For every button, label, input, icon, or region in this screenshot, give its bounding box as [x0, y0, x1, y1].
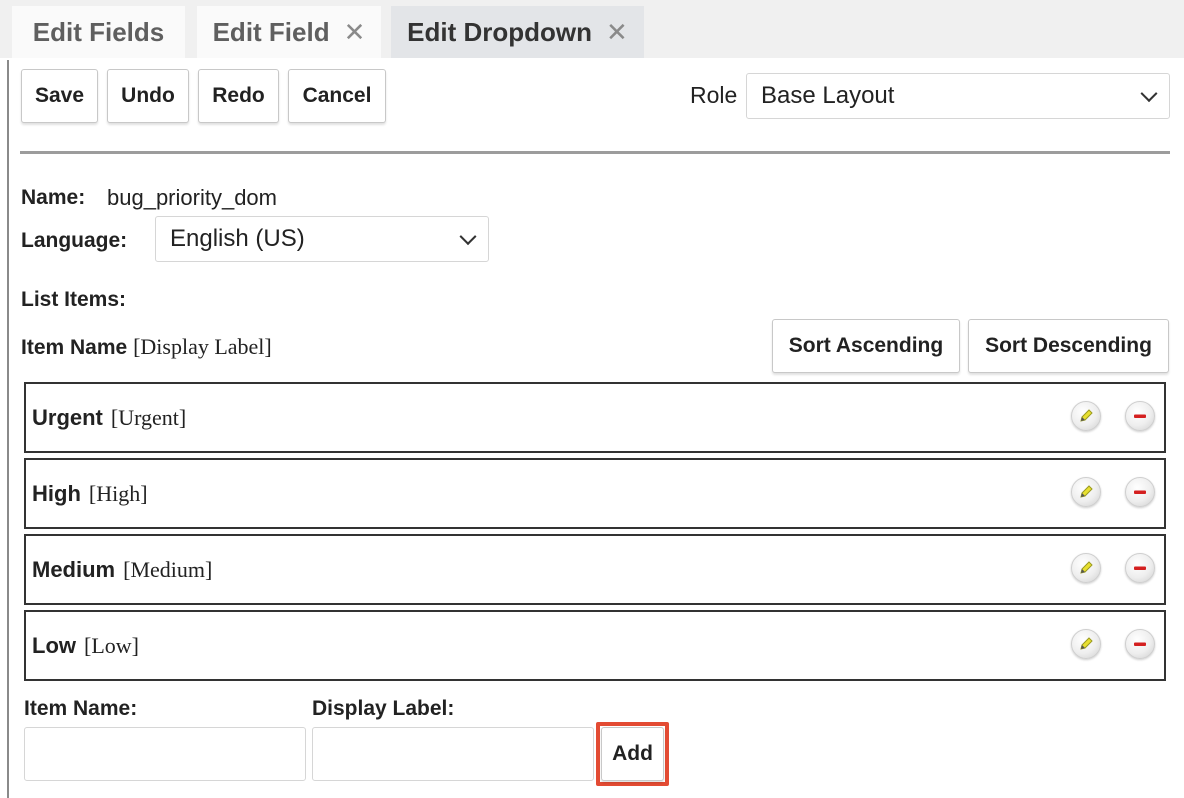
tab-bar: Edit Fields Edit Field ✕ Edit Dropdown ✕	[0, 0, 1184, 58]
chevron-down-icon	[459, 228, 477, 246]
pencil-icon[interactable]	[1071, 553, 1101, 583]
display-label-header-text: [Display Label]	[133, 334, 272, 359]
chevron-down-icon	[1140, 85, 1158, 103]
name-value: bug_priority_dom	[107, 185, 277, 210]
role-select-value: Base Layout	[761, 82, 895, 109]
pencil-icon[interactable]	[1071, 629, 1101, 659]
language-label: Language:	[21, 229, 128, 252]
content-frame-border	[7, 60, 9, 798]
list-item-display-label: [Urgent]	[110, 404, 187, 430]
list-item-display-label: [Medium]	[123, 556, 213, 582]
item-name-input[interactable]	[24, 727, 306, 781]
minus-circle-icon[interactable]	[1125, 401, 1155, 431]
list-item-name: High	[32, 480, 81, 506]
tab-edit-field[interactable]: Edit Field ✕	[197, 6, 381, 58]
tab-edit-fields[interactable]: Edit Fields	[12, 6, 185, 58]
close-icon[interactable]: ✕	[344, 17, 366, 48]
list-item-name: Urgent	[32, 404, 103, 430]
item-name-header-text: Item Name	[21, 336, 128, 359]
sort-ascending-button[interactable]: Sort Ascending	[772, 319, 960, 373]
toolbar-divider	[20, 151, 1170, 154]
tab-label: Edit Fields	[32, 16, 165, 47]
pencil-icon[interactable]	[1071, 477, 1101, 507]
undo-button[interactable]: Undo	[107, 69, 189, 123]
redo-button[interactable]: Redo	[198, 69, 279, 123]
pencil-icon[interactable]	[1071, 401, 1101, 431]
tab-label: Edit Field	[212, 16, 330, 47]
role-select[interactable]: Base Layout	[746, 73, 1170, 119]
role-label: Role	[690, 82, 738, 108]
list-item-name: Medium	[32, 556, 116, 582]
list-item-display-label: [High]	[88, 480, 148, 506]
minus-circle-icon[interactable]	[1125, 553, 1155, 583]
list-item[interactable]: Medium [Medium]	[24, 534, 1166, 605]
list-items-label: List Items:	[21, 288, 127, 311]
minus-circle-icon[interactable]	[1125, 629, 1155, 659]
tab-edit-dropdown[interactable]: Edit Dropdown ✕	[391, 6, 644, 58]
minus-circle-icon[interactable]	[1125, 477, 1155, 507]
close-icon[interactable]: ✕	[606, 17, 628, 48]
item-name-header: Item Name [Display Label]	[21, 334, 272, 360]
list-item-display-label: [Low]	[84, 632, 139, 658]
new-item-name-label: Item Name:	[24, 697, 138, 720]
language-select-value: English (US)	[170, 225, 305, 252]
name-label: Name:	[21, 186, 86, 209]
display-label-input[interactable]	[312, 727, 594, 781]
list-item-name: Low	[32, 632, 76, 658]
language-select[interactable]: English (US)	[155, 216, 489, 262]
list-item[interactable]: Urgent [Urgent]	[24, 382, 1166, 453]
cancel-button[interactable]: Cancel	[288, 69, 386, 123]
new-display-label-label: Display Label:	[312, 697, 455, 720]
save-button[interactable]: Save	[21, 69, 98, 123]
list-item[interactable]: Low [Low]	[24, 610, 1166, 681]
sort-descending-button[interactable]: Sort Descending	[968, 319, 1169, 373]
tab-label: Edit Dropdown	[407, 16, 593, 47]
list-item[interactable]: High [High]	[24, 458, 1166, 529]
add-button[interactable]: Add	[601, 727, 664, 781]
